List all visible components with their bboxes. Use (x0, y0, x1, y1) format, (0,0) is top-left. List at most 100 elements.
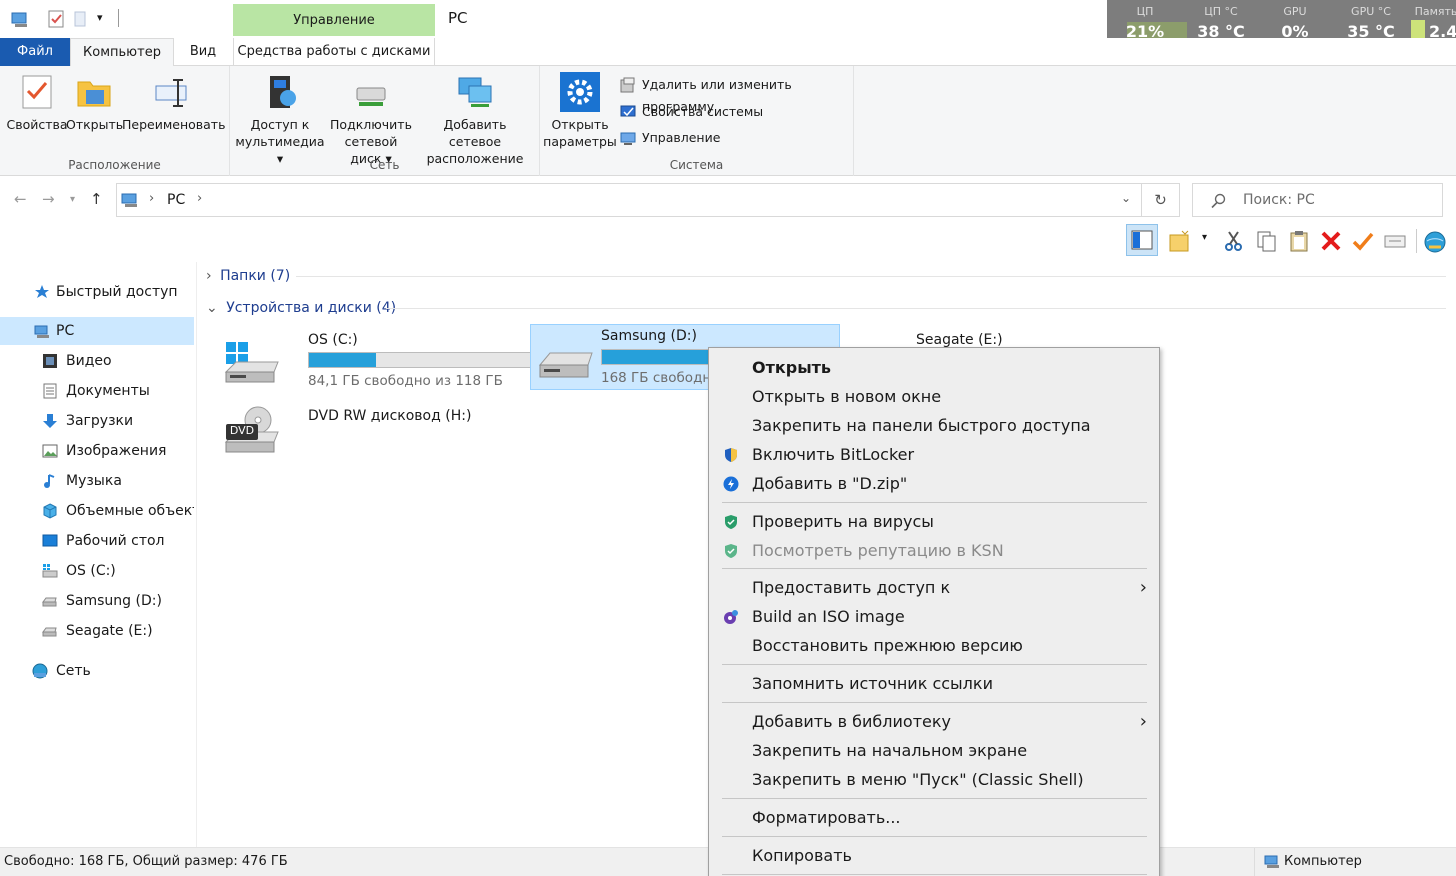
menu-separator (722, 874, 1147, 875)
back-arrow-icon[interactable]: ← (14, 190, 27, 208)
new-folder-quick-icon[interactable] (72, 8, 88, 30)
submenu-chevron-icon: › (1139, 577, 1147, 598)
network-icon (32, 663, 48, 679)
refresh-button[interactable]: ↻ (1142, 183, 1180, 217)
address-dropdown-icon[interactable]: ⌄ (1121, 191, 1131, 205)
menu-item-pin-quick-access[interactable]: Закрепить на панели быстрого доступа (709, 412, 1159, 440)
status-zone: Компьютер (1284, 854, 1362, 869)
nav-item-downloads[interactable]: Загрузки (0, 407, 194, 435)
up-arrow-icon[interactable]: ↑ (90, 190, 103, 208)
paste-icon[interactable] (1287, 229, 1311, 253)
manage-context-tab[interactable]: Управление (233, 4, 435, 36)
copy-icon[interactable] (1255, 229, 1279, 253)
recent-locations-icon[interactable]: ▾ (70, 194, 75, 205)
menu-item-open-new-window[interactable]: Открыть в новом окне (709, 383, 1159, 411)
menu-item-bitlocker[interactable]: Включить BitLocker (709, 441, 1159, 469)
add-network-location-button[interactable]: Добавить сетевое расположение (418, 72, 532, 167)
submenu-chevron-icon: › (1139, 711, 1147, 732)
nav-item-os-c[interactable]: OS (C:) (0, 557, 194, 585)
menu-item-open[interactable]: Открыть (709, 354, 1159, 382)
system-properties-button[interactable]: Свойства системы (620, 101, 763, 123)
nav-item-images[interactable]: Изображения (0, 437, 194, 465)
nav-item-quick-access[interactable]: Быстрый доступ (0, 278, 194, 306)
nav-item-video[interactable]: Видео (0, 347, 194, 375)
drive-free-space: 84,1 ГБ свободно из 118 ГБ (308, 373, 503, 389)
delete-icon[interactable] (1319, 229, 1343, 253)
drive-name: OS (C:) (308, 332, 358, 348)
computer-icon[interactable] (10, 8, 32, 30)
group-devices-header[interactable]: ⌄ Устройства и диски (4) (206, 300, 396, 316)
drive-icon (538, 352, 593, 378)
manage-button[interactable]: Управление (620, 127, 720, 149)
menu-item-ksn-reputation[interactable]: Посмотреть репутацию в KSN (709, 537, 1159, 565)
menu-item-pin-classic-shell[interactable]: Закрепить в меню "Пуск" (Classic Shell) (709, 766, 1159, 794)
menu-item-copy[interactable]: Копировать (709, 842, 1159, 870)
drive-tile-dvd-h[interactable]: DVD DVD RW дисковод (H:) (220, 406, 530, 470)
tab-view[interactable]: Вид (176, 38, 230, 66)
shield-icon (725, 448, 737, 462)
uninstall-program-button[interactable]: Удалить или изменить программу (620, 74, 853, 114)
menu-item-format[interactable]: Форматировать... (709, 804, 1159, 832)
drive-usage-fill (309, 353, 377, 367)
checkmark-icon[interactable] (1351, 229, 1375, 253)
menu-item-scan-viruses[interactable]: Проверить на вирусы (709, 508, 1159, 536)
menu-item-add-zip[interactable]: Добавить в "D.zip" (709, 470, 1159, 498)
nav-item-3d-objects[interactable]: Объемные объекты (0, 497, 194, 525)
properties-button[interactable]: Свойства (6, 72, 68, 133)
star-icon (35, 285, 49, 298)
open-settings-button[interactable]: Открыть параметры (542, 72, 618, 150)
expand-chevron-icon: › (206, 268, 212, 284)
breadcrumb-chevron-icon[interactable]: › (197, 191, 202, 206)
images-icon (42, 444, 58, 458)
menu-item-restore-version[interactable]: Восстановить прежнюю версию (709, 632, 1159, 660)
network-location-icon (458, 77, 492, 107)
rename-toolbar-icon[interactable] (1383, 229, 1407, 253)
menu-item-add-library[interactable]: Добавить в библиотеку › (709, 708, 1159, 736)
nav-item-documents[interactable]: Документы (0, 377, 194, 405)
music-note-icon (44, 474, 55, 488)
pc-icon (34, 325, 49, 338)
group-folders-header[interactable]: › Папки (7) (206, 268, 290, 284)
qat-dropdown-icon[interactable]: ▾ (97, 11, 103, 33)
antivirus-shield-icon (725, 515, 737, 529)
forward-arrow-icon[interactable]: → (42, 190, 55, 208)
new-folder-icon[interactable] (1168, 229, 1192, 253)
media-access-button[interactable]: Доступ к мультимедиа ▾ (232, 72, 328, 167)
open-folder-icon (77, 81, 111, 107)
nav-item-desktop[interactable]: Рабочий стол (0, 527, 194, 555)
search-box[interactable]: Поиск: PC (1192, 183, 1443, 217)
status-divider (1254, 848, 1255, 876)
ribbon-group-location-label: Расположение (68, 158, 161, 172)
menu-item-share[interactable]: Предоставить доступ к › (709, 574, 1159, 602)
menu-item-pin-start[interactable]: Закрепить на начальном экране (709, 737, 1159, 765)
menu-item-remember-link[interactable]: Запомнить источник ссылки (709, 670, 1159, 698)
ribbon-group-system: Открыть параметры Удалить или изменить п… (540, 66, 854, 176)
drive-tile-os-c[interactable]: OS (C:) 84,1 ГБ свободно из 118 ГБ (220, 328, 542, 392)
nav-item-samsung-d[interactable]: Samsung (D:) (0, 587, 194, 615)
tab-disk-tools[interactable]: Средства работы с дисками (233, 38, 435, 66)
toolbar-divider (1416, 229, 1417, 253)
nav-item-pc[interactable]: PC (0, 317, 194, 345)
nav-item-music[interactable]: Музыка (0, 467, 194, 495)
download-arrow-icon (43, 414, 57, 428)
ribbon-tabs: Файл Компьютер Вид Средства работы с дис… (0, 38, 1456, 67)
rename-button[interactable]: Переименовать (122, 72, 225, 133)
cut-icon[interactable] (1222, 229, 1246, 253)
breadcrumb-separator-icon: › (149, 191, 155, 206)
nav-item-seagate-e[interactable]: Seagate (E:) (0, 617, 194, 645)
archive-icon (723, 476, 739, 492)
preview-pane-toggle[interactable] (1126, 224, 1158, 256)
globe-icon[interactable] (1423, 229, 1447, 253)
properties-quick-icon[interactable] (46, 8, 66, 30)
breadcrumb-pc[interactable]: PC (167, 192, 185, 208)
uninstall-icon (620, 77, 635, 93)
cube-icon (43, 503, 57, 519)
drive-usage-bar (308, 352, 542, 368)
open-button[interactable]: Открыть (66, 72, 123, 133)
map-drive-button[interactable]: Подключить сетевой диск ▾ (328, 72, 414, 167)
menu-item-build-iso[interactable]: Build an ISO image (709, 603, 1159, 631)
address-bar[interactable]: › PC › ⌄ (116, 183, 1142, 217)
tab-file[interactable]: Файл (0, 38, 70, 66)
nav-item-network[interactable]: Сеть (0, 657, 194, 685)
tab-computer[interactable]: Компьютер (70, 38, 174, 67)
